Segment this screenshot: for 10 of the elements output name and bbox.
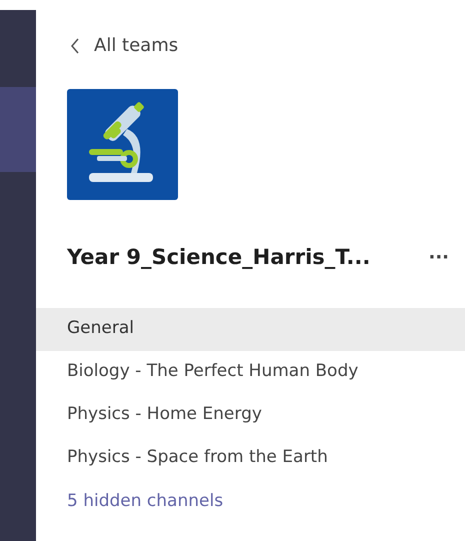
all-teams-label: All teams: [94, 34, 178, 58]
channel-item[interactable]: Physics - Home Energy: [36, 394, 465, 436]
all-teams-link[interactable]: All teams: [70, 32, 465, 59]
channel-item[interactable]: Biology - The Perfect Human Body: [36, 350, 465, 394]
back-chevron-icon: [70, 38, 80, 54]
hidden-channels-link[interactable]: 5 hidden channels: [67, 482, 224, 522]
team-name: Year 9_Science_Harris_T...: [67, 244, 370, 271]
channel-item[interactable]: Physics - Space from the Earth: [36, 436, 465, 480]
channel-item[interactable]: General: [36, 308, 465, 350]
more-options-button[interactable]: ···: [428, 244, 449, 272]
